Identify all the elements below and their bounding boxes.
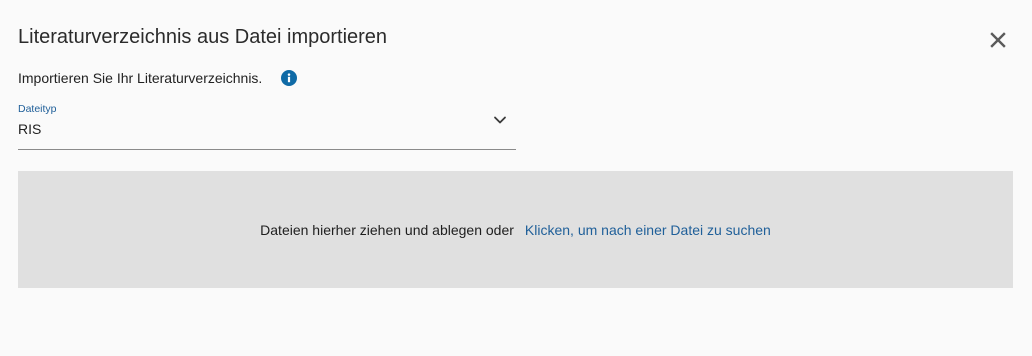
chevron-down-icon[interactable]	[492, 112, 508, 128]
dialog-title: Literaturverzeichnis aus Datei importier…	[18, 26, 388, 48]
import-dialog: Literaturverzeichnis aus Datei importier…	[0, 0, 1032, 356]
intro-row: Importieren Sie Ihr Literaturverzeichnis…	[18, 68, 298, 88]
browse-file-link[interactable]: Klicken, um nach einer Datei zu suchen	[525, 222, 771, 238]
file-dropzone[interactable]: Dateien hierher ziehen und ablegen oder …	[18, 171, 1013, 288]
intro-text: Importieren Sie Ihr Literaturverzeichnis…	[18, 70, 263, 86]
close-button[interactable]	[986, 28, 1010, 52]
file-type-select[interactable]: Dateityp RIS	[18, 102, 516, 150]
file-type-label: Dateityp	[18, 103, 57, 115]
info-icon[interactable]	[281, 70, 298, 86]
dropzone-text: Dateien hierher ziehen und ablegen oder	[260, 221, 514, 238]
close-icon[interactable]	[990, 32, 1006, 48]
file-type-value[interactable]: RIS	[18, 121, 41, 137]
